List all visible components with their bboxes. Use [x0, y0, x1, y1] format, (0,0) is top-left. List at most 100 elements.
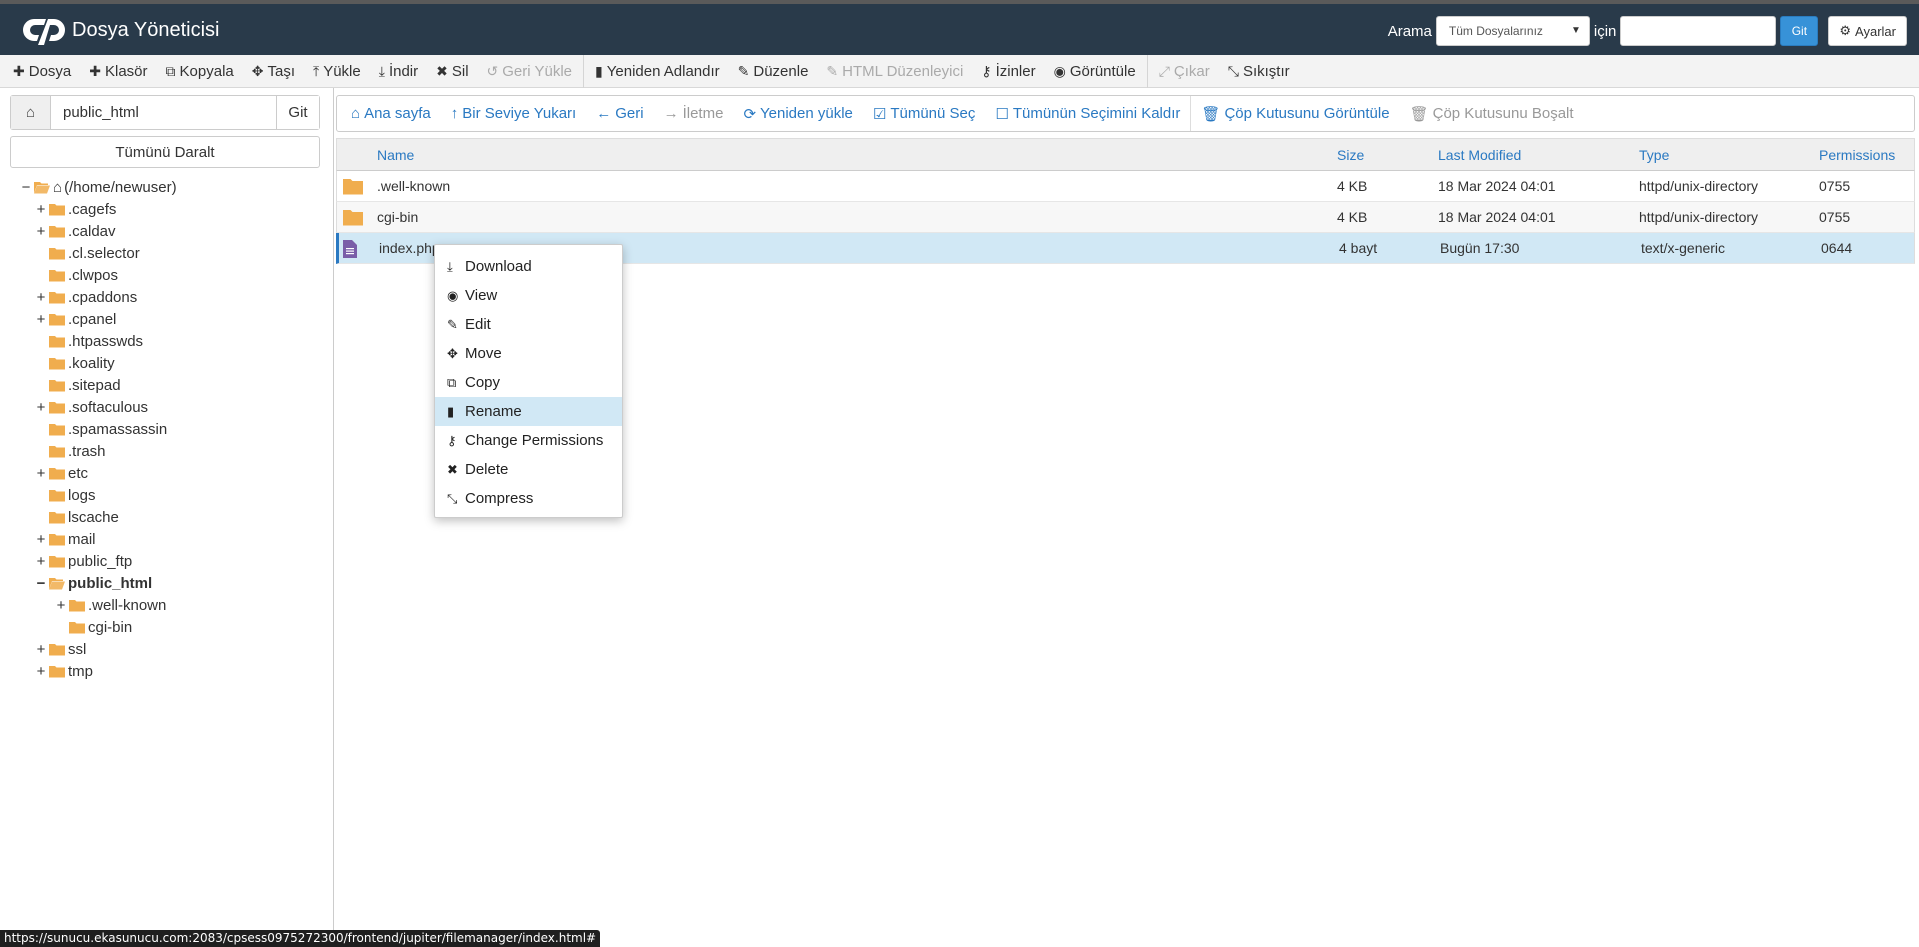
- toolbar-upload-button[interactable]: ⤒ Yükle: [304, 55, 370, 88]
- nav-unselect-all-button[interactable]: ☐ Tümünün Seçimini Kaldır: [985, 96, 1190, 131]
- context-copy-item[interactable]: ⧉ Copy: [435, 368, 622, 397]
- close-icon: ✖: [436, 62, 448, 79]
- context-edit-item[interactable]: ✎ Edit: [435, 310, 622, 339]
- context-move-item[interactable]: ✥ Move: [435, 339, 622, 368]
- tree-node[interactable]: logs: [35, 484, 96, 506]
- toolbar-edit-button[interactable]: ✎ Düzenle: [729, 55, 818, 88]
- context-view-item[interactable]: ◉ View: [435, 281, 622, 310]
- tree-node[interactable]: .cl.selector: [35, 242, 140, 264]
- column-header-name[interactable]: Name: [377, 139, 414, 172]
- tree-node[interactable]: − public_html: [35, 572, 153, 594]
- nav-back-button[interactable]: ← Geri: [586, 96, 653, 131]
- expand-toggle-icon[interactable]: +: [35, 201, 47, 218]
- tree-node[interactable]: + .cpanel: [35, 308, 117, 330]
- app-title: Dosya Yöneticisi: [72, 19, 220, 41]
- expand-toggle-icon[interactable]: +: [55, 597, 67, 614]
- tree-node[interactable]: + .cpaddons: [35, 286, 138, 308]
- folder-icon: [49, 247, 65, 260]
- tree-node[interactable]: + .softaculous: [35, 396, 148, 418]
- collapse-toggle-icon[interactable]: −: [20, 179, 32, 196]
- tree-node[interactable]: + .cagefs: [35, 198, 117, 220]
- tree-node-label: mail: [68, 530, 96, 548]
- context-download-item[interactable]: ⤓ Download: [435, 252, 622, 281]
- table-row[interactable]: .well-known 4 KB 18 Mar 2024 04:01 httpd/un…: [336, 171, 1915, 202]
- toolbar-compress-button[interactable]: ⤡ Sıkıştır: [1219, 55, 1299, 88]
- context-compress-item[interactable]: ⤡ Compress: [435, 484, 622, 513]
- expand-toggle-icon[interactable]: +: [35, 641, 47, 658]
- tree-node[interactable]: + ssl: [35, 638, 87, 660]
- expand-toggle-icon[interactable]: +: [35, 311, 47, 328]
- nav-up-one-level-button[interactable]: ↑ Bir Seviye Yukarı: [441, 96, 586, 131]
- toolbar-separator: [583, 54, 585, 88]
- toolbar-new-folder-button[interactable]: ✚ Klasör: [80, 55, 156, 88]
- column-header-permissions[interactable]: Permissions: [1819, 139, 1895, 172]
- column-header-type[interactable]: Type: [1639, 139, 1669, 172]
- tree-node[interactable]: − ⌂ (/home/newuser): [20, 176, 177, 198]
- toolbar-new-file-button[interactable]: ✚ Dosya: [4, 55, 80, 88]
- search-scope-select[interactable]: Tüm Dosyalarınız ▼: [1435, 16, 1590, 46]
- context-item-label: Compress: [465, 490, 534, 507]
- path-input[interactable]: public_html: [51, 96, 276, 129]
- expand-toggle-icon[interactable]: +: [35, 663, 47, 680]
- tree-node[interactable]: .clwpos: [35, 264, 118, 286]
- pencil-icon: ✎: [737, 62, 750, 79]
- toolbar-label: Geri Yükle: [502, 62, 573, 80]
- tree-node[interactable]: .spamassassin: [35, 418, 167, 440]
- tree-node-label: .htpasswds: [68, 332, 144, 350]
- tree-node-label: .softaculous: [68, 398, 149, 416]
- toolbar-label: İzinler: [995, 62, 1036, 80]
- expand-toggle-icon[interactable]: +: [35, 399, 47, 416]
- search-input[interactable]: [1620, 16, 1777, 46]
- toolbar-html-editor-button[interactable]: ✎ HTML Düzenleyici: [817, 55, 972, 88]
- context-change-permissions-item[interactable]: ⚷ Change Permissions: [435, 426, 622, 455]
- nav-label: Çöp Kutusunu Boşalt: [1432, 105, 1574, 122]
- toolbar-extract-button[interactable]: ⤢ Çıkar: [1150, 55, 1219, 88]
- nav-forward-button[interactable]: → İletme: [654, 96, 734, 131]
- search-go-button[interactable]: Git: [1780, 16, 1819, 46]
- collapse-all-button[interactable]: Tümünü Daralt: [10, 136, 320, 168]
- expand-toggle-icon[interactable]: +: [35, 289, 47, 306]
- tree-node[interactable]: + .well-known: [55, 594, 167, 616]
- tree-node[interactable]: cgi-bin: [55, 616, 132, 638]
- expand-toggle-icon[interactable]: +: [35, 223, 47, 240]
- nav-home-button[interactable]: ⌂ Ana sayfa: [341, 96, 441, 131]
- tree-node[interactable]: .htpasswds: [35, 330, 143, 352]
- column-header-size[interactable]: Size: [1337, 139, 1364, 172]
- tree-node[interactable]: + tmp: [35, 660, 93, 682]
- tree-node[interactable]: lscache: [35, 506, 119, 528]
- expand-toggle-icon[interactable]: +: [35, 531, 47, 548]
- path-go-button[interactable]: Git: [276, 96, 319, 129]
- context-delete-item[interactable]: ✖ Delete: [435, 455, 622, 484]
- toolbar-move-button[interactable]: ✥ Taşı: [243, 55, 304, 88]
- toolbar-permissions-button[interactable]: ⚷ İzinler: [972, 55, 1044, 88]
- tree-node[interactable]: + etc: [35, 462, 88, 484]
- expand-toggle-icon[interactable]: +: [35, 465, 47, 482]
- folder-icon: [49, 291, 65, 304]
- tree-node[interactable]: .koality: [35, 352, 115, 374]
- context-rename-item[interactable]: ▮ Rename: [435, 397, 622, 426]
- folder-icon: [49, 335, 65, 348]
- table-row[interactable]: cgi-bin 4 KB 18 Mar 2024 04:01 httpd/unix-d…: [336, 202, 1915, 233]
- toolbar-restore-button[interactable]: ↺ Geri Yükle: [478, 55, 582, 88]
- tree-node[interactable]: .sitepad: [35, 374, 121, 396]
- nav-reload-button[interactable]: ⟳ Yeniden yükle: [733, 96, 862, 131]
- toolbar-copy-button[interactable]: ⧉ Kopyala: [157, 55, 243, 88]
- toolbar-download-button[interactable]: ⤓ İndir: [370, 55, 427, 88]
- settings-button[interactable]: ⚙ Ayarlar: [1828, 16, 1907, 46]
- column-header-last-modified[interactable]: Last Modified: [1438, 139, 1521, 172]
- collapse-toggle-icon[interactable]: −: [35, 575, 47, 592]
- tree-node[interactable]: + .caldav: [35, 220, 116, 242]
- expand-toggle-icon[interactable]: +: [35, 553, 47, 570]
- tree-node[interactable]: .trash: [35, 440, 106, 462]
- nav-select-all-button[interactable]: ☑ Tümünü Seç: [863, 96, 986, 131]
- nav-view-trash-button[interactable]: 🗑 Çöp Kutusunu Görüntüle: [1191, 96, 1399, 131]
- toolbar-rename-button[interactable]: ▮ Yeniden Adlandır: [586, 55, 729, 88]
- toolbar-delete-button[interactable]: ✖ Sil: [427, 55, 477, 88]
- home-icon[interactable]: ⌂: [11, 96, 51, 129]
- cpanel-logo[interactable]: Dosya Yöneticisi: [20, 15, 219, 45]
- tree-node-label: public_ftp: [68, 552, 133, 570]
- toolbar-view-button[interactable]: ◉ Görüntüle: [1045, 55, 1145, 88]
- tree-node[interactable]: + public_ftp: [35, 550, 133, 572]
- tree-node[interactable]: + mail: [35, 528, 96, 550]
- nav-empty-trash-button[interactable]: 🗑 Çöp Kutusunu Boşalt: [1400, 96, 1584, 131]
